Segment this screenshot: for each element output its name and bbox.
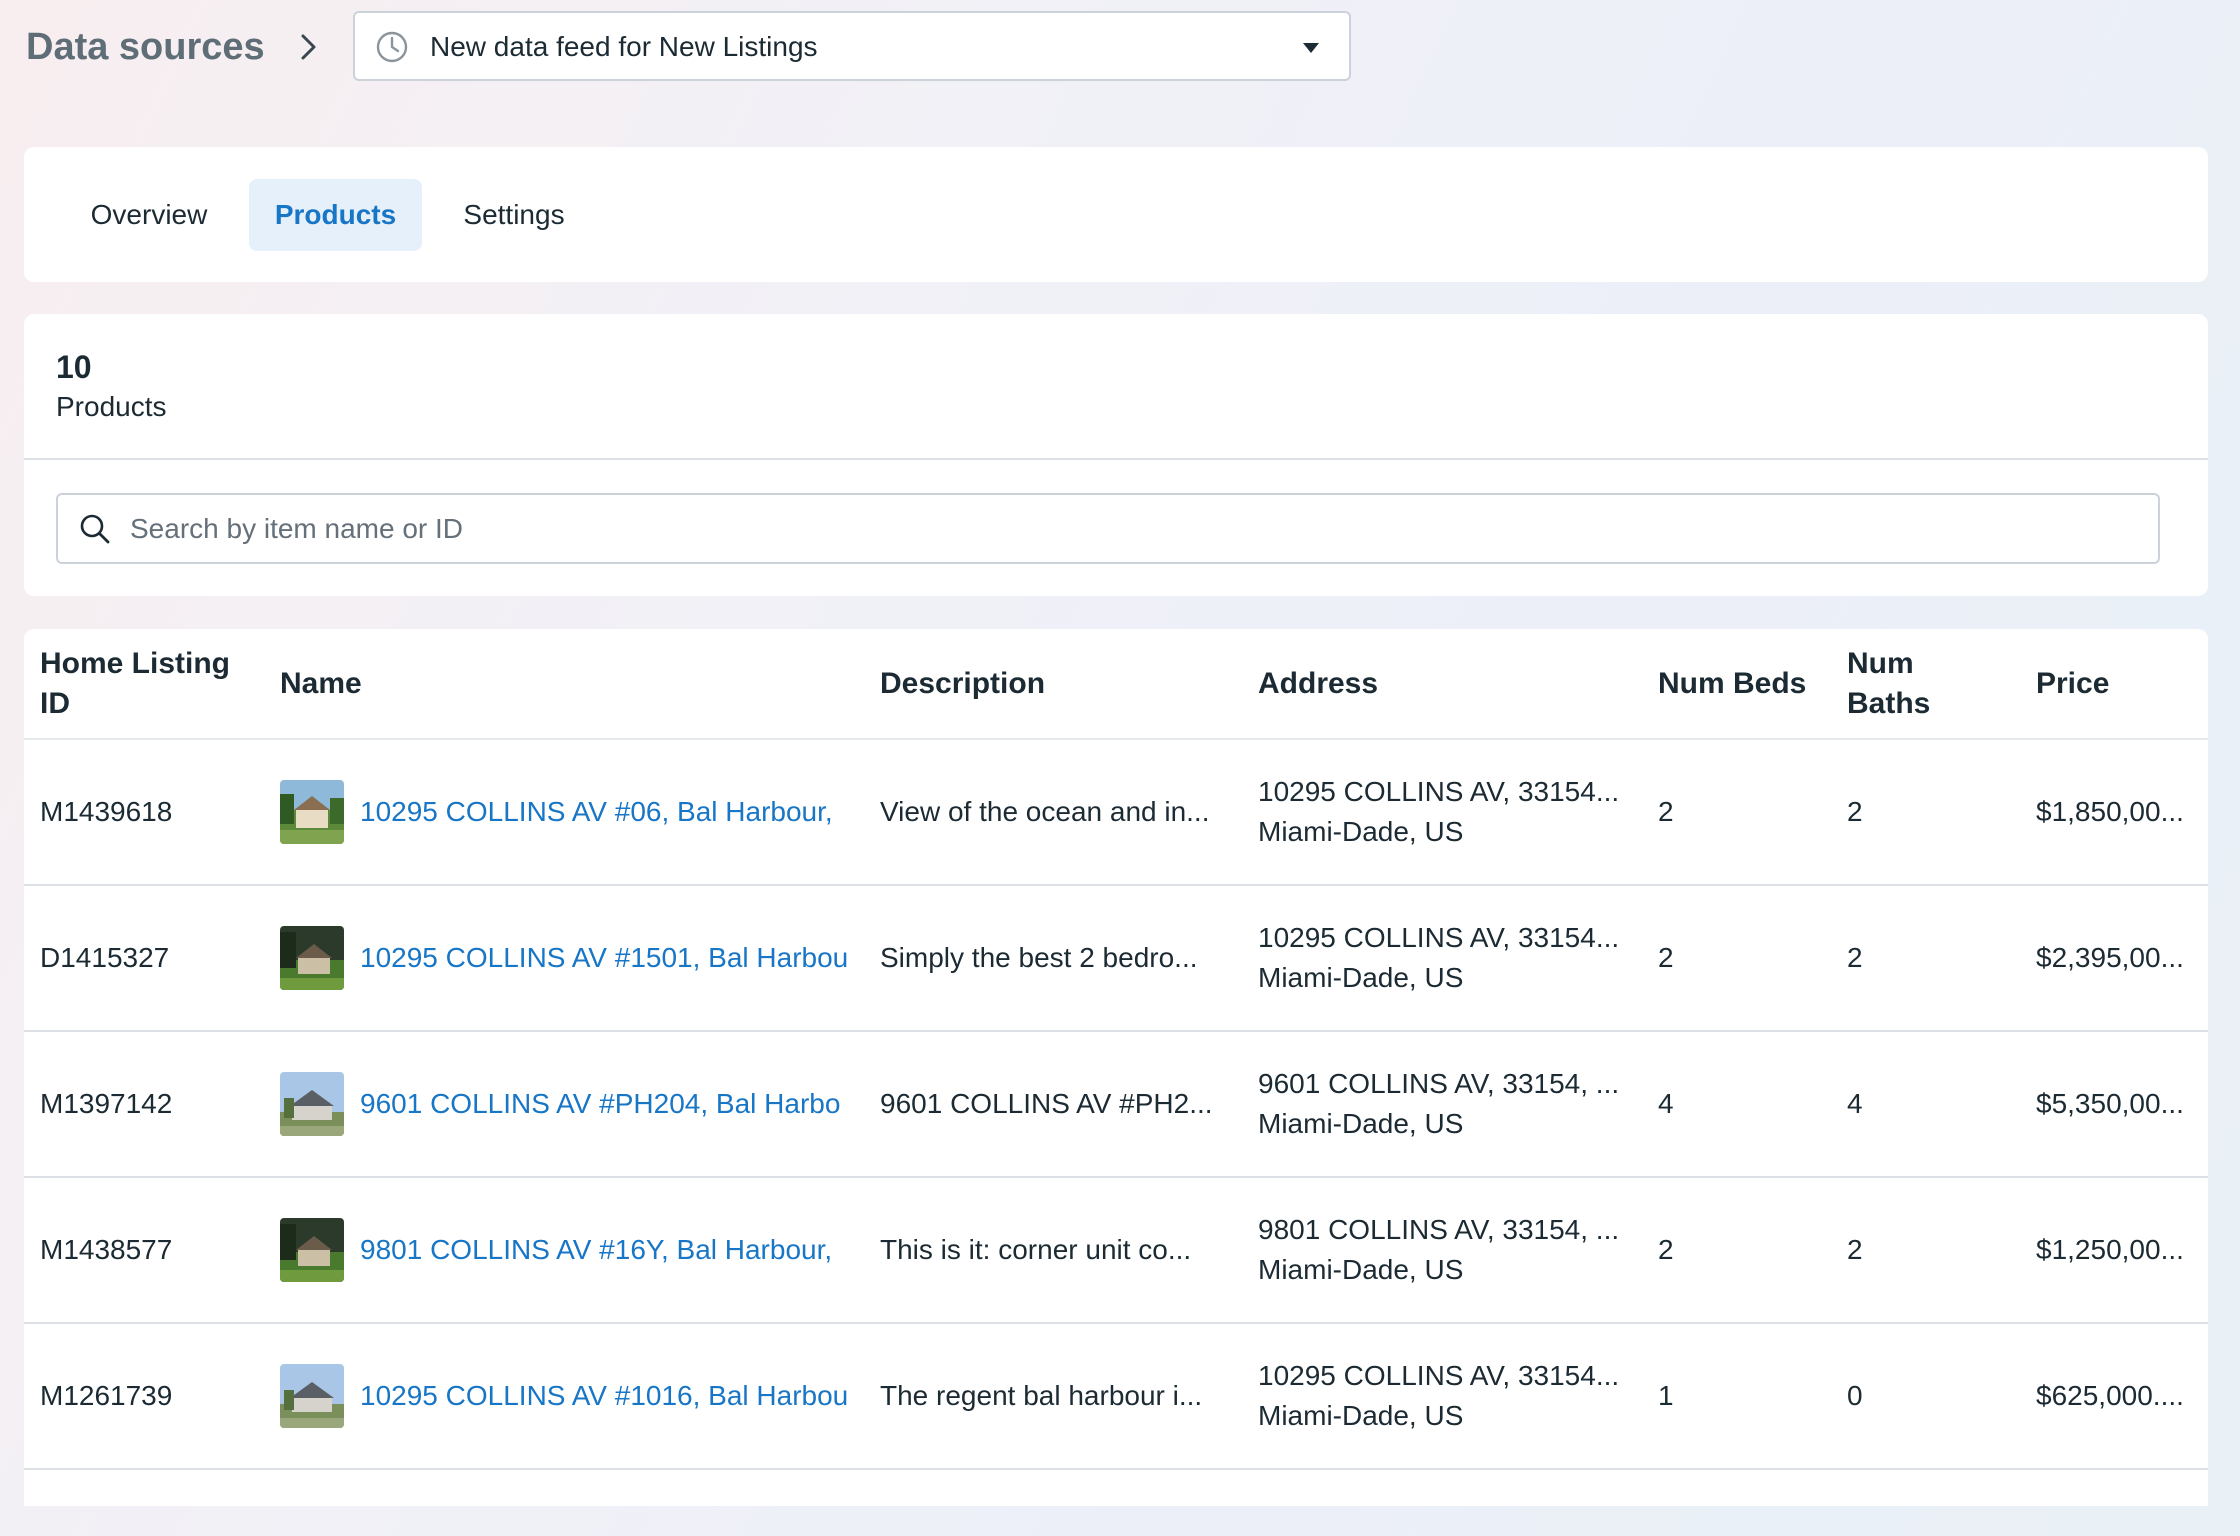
column-header-price[interactable]: Price: [2036, 629, 2208, 740]
num-beds-cell: 2: [1658, 885, 1847, 1032]
num-beds-cell: 1: [1658, 1323, 1847, 1470]
num-baths-cell: 4: [1847, 1031, 2036, 1178]
tabs-card: Overview Products Settings: [24, 147, 2208, 282]
num-baths-cell: 2: [1847, 1177, 2036, 1324]
listing-name-link[interactable]: 10295 COLLINS AV #06, Bal Harbour,: [360, 792, 850, 832]
num-beds-cell: 2: [1658, 739, 1847, 886]
address-line-2: Miami-Dade, US: [1258, 1108, 1464, 1139]
page-title[interactable]: Data sources: [26, 24, 265, 70]
num-baths-cell: 0: [1847, 1323, 2036, 1470]
name-cell: 10295 COLLINS AV #1016, Bal Harbou: [280, 1323, 880, 1470]
address-cell: 10295 COLLINS AV, 33154... Miami-Dade, US: [1258, 1323, 1658, 1470]
address-cell: 9801 COLLINS AV, 33154, ... Miami-Dade, U…: [1258, 1177, 1658, 1324]
address-line-1: 10295 COLLINS AV, 33154...: [1258, 1360, 1620, 1391]
data-feed-select-value: New data feed for New Listings: [430, 31, 818, 62]
table-row[interactable]: M1261739 10295 COLLINS AV #1016, Bal Harb…: [24, 1323, 2208, 1470]
price-cell: $1,850,00...: [2036, 739, 2208, 886]
listing-id-cell: M1261739: [24, 1323, 280, 1470]
description-cell: 9601 COLLINS AV #PH2...: [880, 1031, 1258, 1178]
description-cell: This is it: corner unit co...: [880, 1177, 1258, 1324]
page-header: Data sources New data feed for New Listi…: [0, 0, 2240, 100]
search-icon: [80, 514, 110, 544]
address-line-1: 10295 COLLINS AV, 33154...: [1258, 922, 1620, 953]
products-table-card: Home Listing ID Name Description Address…: [24, 629, 2208, 1506]
products-table: Home Listing ID Name Description Address…: [24, 629, 2208, 1470]
description-cell: View of the ocean and in...: [880, 739, 1258, 886]
tab-settings[interactable]: Settings: [435, 179, 593, 251]
address-line-1: 9801 COLLINS AV, 33154, ...: [1258, 1214, 1620, 1245]
address-line-1: 9601 COLLINS AV, 33154, ...: [1258, 1068, 1620, 1099]
description-cell: The regent bal harbour i...: [880, 1323, 1258, 1470]
address-line-2: Miami-Dade, US: [1258, 1254, 1464, 1285]
table-header-row: Home Listing ID Name Description Address…: [24, 629, 2208, 740]
num-beds-cell: 2: [1658, 1177, 1847, 1324]
num-baths-cell: 2: [1847, 885, 2036, 1032]
address-line-2: Miami-Dade, US: [1258, 962, 1464, 993]
listing-name-link[interactable]: 10295 COLLINS AV #1501, Bal Harbou: [360, 938, 850, 978]
name-cell: 9601 COLLINS AV #PH204, Bal Harbo: [280, 1031, 880, 1178]
price-cell: $2,395,00...: [2036, 885, 2208, 1032]
clock-icon: [376, 31, 408, 63]
address-line-2: Miami-Dade, US: [1258, 1400, 1464, 1431]
column-header-address[interactable]: Address: [1258, 629, 1658, 740]
listing-thumbnail[interactable]: [280, 1218, 344, 1282]
caret-down-icon: [1303, 43, 1319, 53]
listing-id-cell: D1415327: [24, 885, 280, 1032]
price-cell: $625,000....: [2036, 1323, 2208, 1470]
search-box[interactable]: [56, 493, 2160, 564]
num-baths-cell: 2: [1847, 739, 2036, 886]
column-header-name[interactable]: Name: [280, 629, 880, 740]
listing-thumbnail[interactable]: [280, 926, 344, 990]
table-row[interactable]: M1438577 9801 COLLINS AV #16Y, Bal Harbou…: [24, 1177, 2208, 1324]
listing-thumbnail[interactable]: [280, 780, 344, 844]
search-input[interactable]: [130, 505, 2130, 553]
listing-thumbnail[interactable]: [280, 1072, 344, 1136]
data-feed-select[interactable]: New data feed for New Listings: [353, 11, 1351, 81]
table-row[interactable]: D1415327 10295 COLLINS AV #1501, Bal Harb…: [24, 885, 2208, 1032]
chevron-right-icon: [301, 34, 316, 60]
column-header-baths[interactable]: Num Baths: [1847, 629, 2036, 740]
price-cell: $5,350,00...: [2036, 1031, 2208, 1178]
num-beds-cell: 4: [1658, 1031, 1847, 1178]
listing-name-link[interactable]: 9601 COLLINS AV #PH204, Bal Harbo: [360, 1084, 850, 1124]
address-line-2: Miami-Dade, US: [1258, 816, 1464, 847]
listing-name-link[interactable]: 10295 COLLINS AV #1016, Bal Harbou: [360, 1376, 850, 1416]
listing-id-cell: M1439618: [24, 739, 280, 886]
address-cell: 9601 COLLINS AV, 33154, ... Miami-Dade, U…: [1258, 1031, 1658, 1178]
table-row[interactable]: M1397142 9601 COLLINS AV #PH204, Bal Harb…: [24, 1031, 2208, 1178]
name-cell: 9801 COLLINS AV #16Y, Bal Harbour,: [280, 1177, 880, 1324]
product-count-label: Products: [56, 391, 167, 422]
table-row[interactable]: M1439618 10295 COLLINS AV #06, Bal Harbou…: [24, 739, 2208, 886]
column-header-description[interactable]: Description: [880, 629, 1258, 740]
address-cell: 10295 COLLINS AV, 33154... Miami-Dade, US: [1258, 739, 1658, 886]
column-header-id[interactable]: Home Listing ID: [24, 629, 280, 740]
listing-thumbnail[interactable]: [280, 1364, 344, 1428]
description-cell: Simply the best 2 bedro...: [880, 885, 1258, 1032]
table-body: M1439618 10295 COLLINS AV #06, Bal Harbou…: [24, 739, 2208, 1470]
divider: [24, 458, 2208, 460]
price-cell: $1,250,00...: [2036, 1177, 2208, 1324]
tab-products[interactable]: Products: [249, 179, 422, 251]
listing-id-cell: M1438577: [24, 1177, 280, 1324]
product-count: 10: [56, 349, 92, 385]
summary-card: 10 Products: [24, 314, 2208, 596]
name-cell: 10295 COLLINS AV #06, Bal Harbour,: [280, 739, 880, 886]
address-line-1: 10295 COLLINS AV, 33154...: [1258, 776, 1620, 807]
address-cell: 10295 COLLINS AV, 33154... Miami-Dade, US: [1258, 885, 1658, 1032]
listing-name-link[interactable]: 9801 COLLINS AV #16Y, Bal Harbour,: [360, 1230, 850, 1270]
column-header-beds[interactable]: Num Beds: [1658, 629, 1847, 740]
tab-overview[interactable]: Overview: [64, 179, 234, 251]
listing-id-cell: M1397142: [24, 1031, 280, 1178]
name-cell: 10295 COLLINS AV #1501, Bal Harbou: [280, 885, 880, 1032]
